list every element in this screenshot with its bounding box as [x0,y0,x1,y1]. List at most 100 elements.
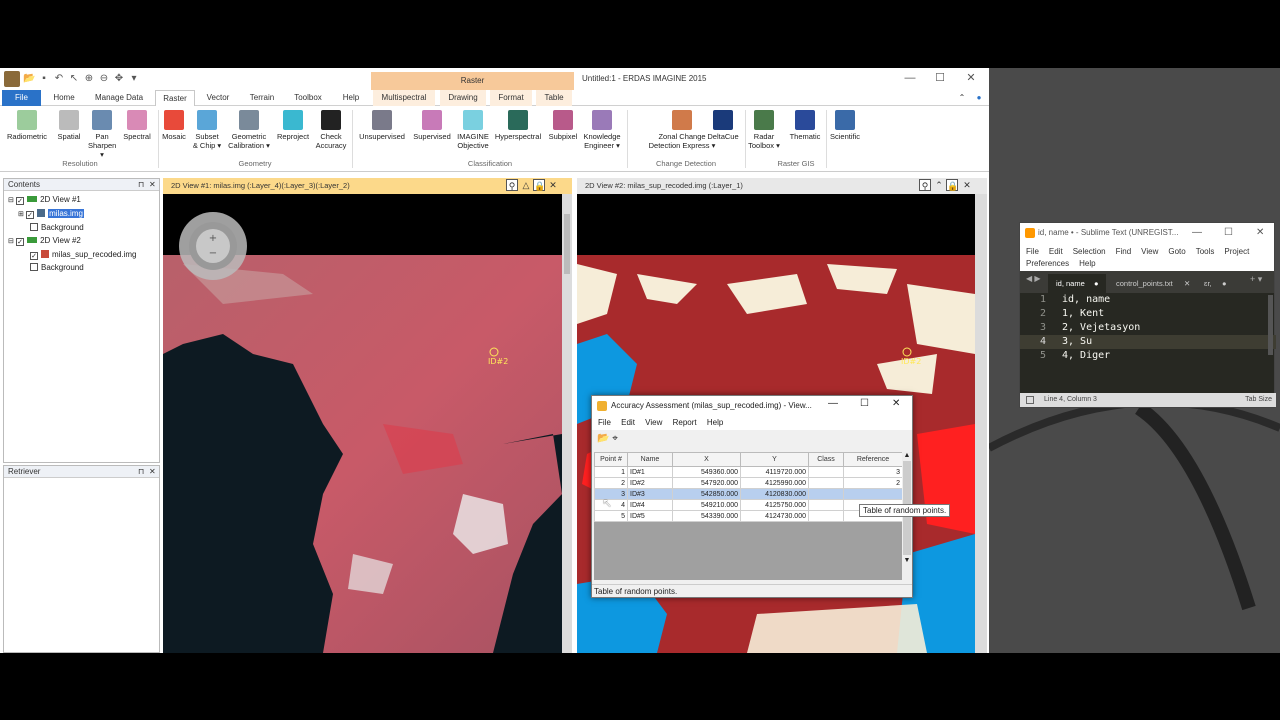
ribbon-button-1[interactable]: Spatial [55,110,83,141]
undo-icon[interactable]: ↶ [53,73,65,85]
tab-help[interactable]: Help [334,90,368,106]
table-cell[interactable] [808,488,844,500]
table-cell[interactable] [808,499,844,511]
ribbon-button-5[interactable]: Subset & Chip ▾ [190,110,224,150]
table-row[interactable]: 2 ID#2 547920.000 4125990.000 2 [594,477,902,489]
select-icon[interactable]: ↖ [68,73,80,85]
zoom-out-icon[interactable]: ⊖ [98,73,110,85]
table-cell[interactable]: 5 [594,510,628,522]
ribbon-button-2[interactable]: Pan Sharpen ▾ [88,110,116,159]
view2-close-icon[interactable]: ✕ [961,179,973,191]
table-row[interactable]: 4 ID#4 549210.000 4125750.000 [594,499,902,511]
retriever-pin-icon[interactable]: ⊓ [138,466,144,478]
sublime-menu-item[interactable]: Tools [1196,247,1215,256]
pin-icon[interactable]: ⊓ [138,179,144,191]
table-cell[interactable]: 549210.000 [672,499,741,511]
table-cell[interactable] [808,510,844,522]
ribbon-button-6[interactable]: Geometric Calibration ▾ [226,110,272,150]
tab-format[interactable]: Format [490,90,532,106]
view1-lock-icon[interactable]: 🔒 [533,179,545,191]
ribbon-button-13[interactable]: Subpixel [545,110,581,141]
tab-terrain[interactable]: Terrain [241,90,283,106]
table-cell[interactable]: 4119720.000 [740,466,809,478]
ribbon-button-17[interactable]: Radar Toolbox ▾ [746,110,782,150]
tab-multispectral[interactable]: Multispectral [373,90,435,106]
table-cell[interactable]: ID#2 [627,477,673,489]
table-cell[interactable] [808,477,844,489]
tab-home[interactable]: Home [45,90,83,106]
contents-close-icon[interactable]: ✕ [149,179,156,191]
tab-prev-icon[interactable]: ◀ ▶ [1026,274,1041,283]
table-cell[interactable] [843,488,902,500]
code-line[interactable]: 1 id, name [1020,293,1276,307]
ribbon-button-12[interactable]: Hyperspectral [493,110,543,141]
view2-expand-icon[interactable]: ⌃ [933,179,945,191]
ribbon-button-11[interactable]: IMAGINE Objective [454,110,492,150]
table-cell[interactable]: 4120830.000 [740,488,809,500]
code-line[interactable]: 4 3, Su [1020,335,1276,349]
tree-view2[interactable]: ⊟ ✓ 2D View #2 [8,234,155,248]
tab-file[interactable]: File [2,90,41,106]
ribbon-button-16[interactable]: DeltaCue [705,110,741,141]
aa-maximize-button[interactable]: ☐ [860,398,869,409]
tab-third[interactable]: ɛr, ● [1196,274,1232,293]
retriever-close-icon[interactable]: ✕ [149,466,156,478]
table-cell[interactable]: 543390.000 [672,510,741,522]
sublime-editor[interactable]: 1 id, name 2 1, Kent 3 2, Vejetasyon 4 3, Su 5 4,… [1020,293,1276,393]
ribbon-button-4[interactable]: Mosaic [160,110,188,141]
table-cell[interactable]: 4125750.000 [740,499,809,511]
sublime-minimize-button[interactable]: — [1192,223,1202,243]
ribbon-button-8[interactable]: Check Accuracy [313,110,349,150]
tab-vector[interactable]: Vector [199,90,237,106]
ribbon-button-0[interactable]: Radiometric [6,110,48,141]
ribbon-button-19[interactable]: Scientific [827,110,863,141]
sublime-menu-item[interactable]: Goto [1168,247,1185,256]
ribbon-button-14[interactable]: Knowledge Engineer ▾ [580,110,624,150]
customize-icon[interactable]: ▾ [128,73,140,85]
aa-col-header[interactable]: Point # [594,452,628,467]
aa-menu-file[interactable]: File [598,418,611,427]
tab-toolbox[interactable]: Toolbox [287,90,329,106]
tree-view1[interactable]: ⊟ ✓ 2D View #1 [8,193,155,207]
tab-control-points[interactable]: control_points.txt ✕ [1108,274,1194,293]
collapse-ribbon-icon[interactable]: ⌃ [955,90,969,106]
ribbon-button-18[interactable]: Thematic [786,110,824,141]
sublime-maximize-button[interactable]: ☐ [1224,223,1233,243]
status-tab-size[interactable]: Tab Size [1245,393,1272,407]
aa-select-point-icon[interactable]: ⌖ [612,433,618,444]
table-cell[interactable]: 4125990.000 [740,477,809,489]
aa-menu-edit[interactable]: Edit [621,418,635,427]
tree-milas-img[interactable]: ⊞ ✓ milas.img [8,207,155,221]
table-cell[interactable]: 3 [843,466,902,478]
sublime-menu-item[interactable]: Selection [1073,247,1106,256]
code-line[interactable]: 5 4, Diger [1020,349,1276,363]
view1-image[interactable]: + − ID#2 [163,194,572,653]
table-cell[interactable]: 1 [594,466,628,478]
save-icon[interactable]: ▪ [38,73,50,85]
sublime-menu-item[interactable]: Find [1116,247,1132,256]
table-row[interactable]: 1 ID#1 549360.000 4119720.000 3 [594,466,902,478]
tab-drawing[interactable]: Drawing [440,90,486,106]
view1-link-icon[interactable]: ⚲ [506,179,518,191]
aa-col-header[interactable]: Name [627,452,673,467]
maximize-button[interactable]: ☐ [925,70,955,86]
tab-id-name[interactable]: id, name ● [1048,274,1106,293]
panel-toggle-icon[interactable] [1026,396,1034,404]
tab-table[interactable]: Table [536,90,572,106]
ribbon-button-7[interactable]: Reproject [276,110,310,141]
sublime-menu-item[interactable]: Preferences [1026,259,1069,268]
sublime-menu-item[interactable]: File [1026,247,1039,256]
aa-col-header[interactable]: Y [740,452,809,467]
minimize-button[interactable]: — [895,70,925,86]
table-cell[interactable]: 4124730.000 [740,510,809,522]
aa-close-button[interactable]: ✕ [892,398,900,409]
tree-milas-sup-recoded[interactable]: ✓ milas_sup_recoded.img [8,248,155,261]
ribbon-button-3[interactable]: Spectral [120,110,154,141]
aa-col-header[interactable]: Reference [843,452,902,467]
table-cell[interactable]: ID#5 [627,510,673,522]
table-cell[interactable]: 2 [843,477,902,489]
sublime-menu-item[interactable]: View [1141,247,1158,256]
code-line[interactable]: 3 2, Vejetasyon [1020,321,1276,335]
code-line[interactable]: 2 1, Kent [1020,307,1276,321]
table-cell[interactable] [808,466,844,478]
